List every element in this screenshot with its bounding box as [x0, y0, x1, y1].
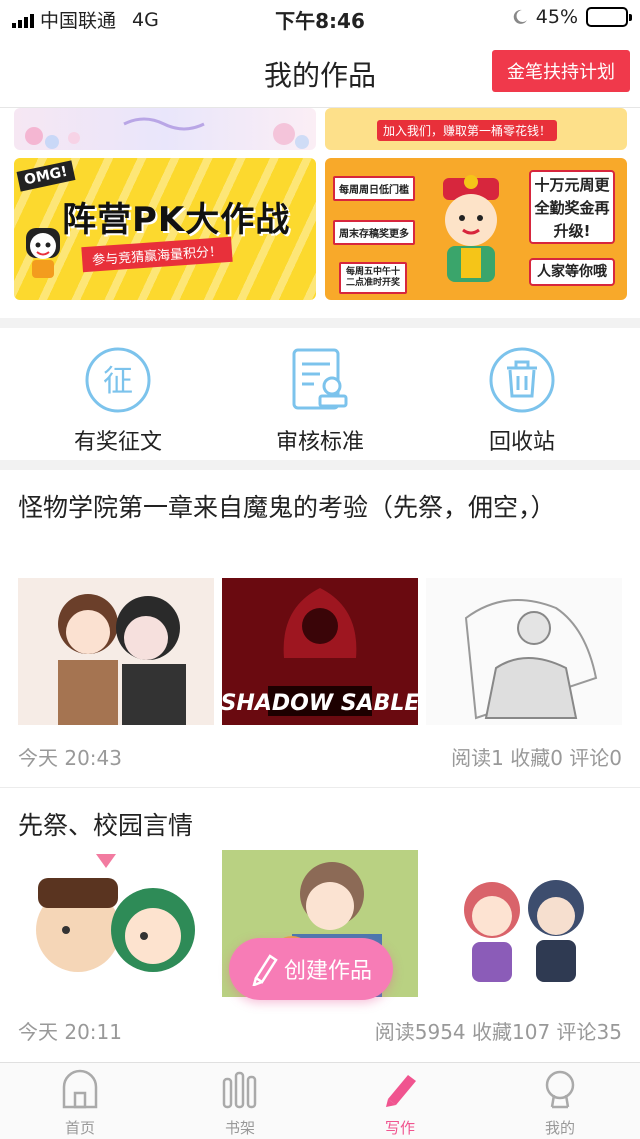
tab-label: 写作	[384, 1119, 415, 1137]
review-standard-icon	[292, 348, 348, 410]
bookshelf-icon	[222, 1071, 257, 1109]
tab-write[interactable]: 写作	[340, 1069, 460, 1138]
home-icon	[62, 1069, 98, 1109]
contest-icon-glyph: 征	[103, 364, 133, 399]
work-title: 先祭、校园言情	[18, 811, 194, 840]
weekly-tag-1: 每周周日低门槛	[333, 176, 415, 201]
nav-bar: 我的作品 金笔扶持计划	[0, 36, 640, 108]
trash-icon	[489, 347, 555, 413]
work-thumbnail: SHADOW SABLE	[222, 578, 418, 725]
weekly-prize-headline: 十万元周更全勤奖金再升级!	[529, 170, 615, 244]
shortcut-label: 审核标准	[275, 430, 364, 455]
golden-pen-plan-button[interactable]: 金笔扶持计划	[492, 50, 630, 92]
shortcut-recycle-bin[interactable]: 回收站	[432, 346, 612, 456]
banner-join-us[interactable]: 加入我们，赚取第一桶零花钱！	[325, 108, 627, 150]
pen-icon	[386, 1075, 416, 1107]
section-divider	[0, 318, 640, 328]
tab-bar: 首页 书架 写作 我的	[0, 1062, 640, 1139]
emperor-character-icon	[443, 175, 499, 282]
pk-title: 阵营PK大作战	[62, 200, 291, 240]
status-right: 45%	[512, 6, 632, 28]
work-time: 今天 20:11	[18, 1020, 122, 1044]
banner-floral[interactable]	[14, 108, 316, 150]
weekly-tag-2: 周末存稿奖更多	[333, 220, 415, 245]
shadow-figure-illustration: SHADOW SABLE	[222, 588, 418, 716]
shadow-sable-text: SHADOW SABLE	[222, 691, 418, 716]
battery-percent: 45%	[535, 6, 578, 28]
chibi-pair-illustration	[464, 880, 584, 982]
banner-camp-pk[interactable]: OMG! 阵营PK大作战 参与竞猜赢海量积分！	[14, 158, 316, 300]
contest-icon: 征	[85, 347, 151, 413]
battery-icon	[586, 7, 632, 27]
tab-profile[interactable]: 我的	[500, 1069, 620, 1138]
shortcut-review-standard[interactable]: 审核标准	[230, 346, 410, 456]
work-title: 怪物学院第一章来自魔鬼的考验（先祭，佣空，）	[18, 493, 556, 522]
work-thumbnail	[426, 850, 622, 997]
cartoon-character-icon	[26, 228, 60, 278]
create-work-button[interactable]: 创建作品	[229, 938, 393, 1000]
work-stats: 阅读5954 收藏107 评论35	[374, 1020, 622, 1044]
profile-icon	[545, 1070, 575, 1109]
banner-area: 加入我们，赚取第一桶零花钱！ OMG! 阵营PK大作战 参与竞猜赢海量积分！ 每…	[0, 108, 640, 318]
weekly-tag-3: 每周五中午十二点准时开奖	[339, 262, 407, 294]
work-stats: 阅读1 收藏0 评论0	[451, 746, 622, 770]
section-divider	[0, 460, 640, 470]
work-thumbnail	[426, 578, 622, 725]
tab-label: 我的	[544, 1119, 575, 1137]
moon-icon	[513, 9, 527, 24]
banner-weekly-prize[interactable]: 每周周日低门槛 周末存稿奖更多 每周五中午十二点准时开奖 十万元周更全勤奖金再升…	[325, 158, 627, 300]
tab-home[interactable]: 首页	[20, 1069, 140, 1138]
work-thumbnail	[18, 850, 214, 997]
sketch-illustration	[464, 599, 598, 720]
shortcut-contest[interactable]: 征 有奖征文	[28, 346, 208, 456]
tab-bookshelf[interactable]: 书架	[180, 1069, 300, 1138]
shortcut-label: 有奖征文	[73, 430, 162, 455]
status-bar: 中国联通 4G 下午8:46 45%	[0, 0, 640, 36]
join-us-text: 加入我们，赚取第一桶零花钱！	[377, 120, 558, 141]
create-work-label: 创建作品	[283, 959, 372, 984]
anime-couple-illustration	[58, 594, 186, 725]
weekly-waiting-text: 人家等你哦	[529, 258, 615, 286]
chibi-hug-illustration	[36, 854, 195, 972]
work-card[interactable]: 怪物学院第一章来自魔鬼的考验（先祭，佣空，） SHADOW SABLE 今天 2…	[0, 470, 640, 788]
work-thumbnail	[18, 578, 214, 725]
shortcut-row: 征 有奖征文 审核标准 回收站	[0, 328, 640, 460]
shortcut-label: 回收站	[488, 430, 555, 455]
work-time: 今天 20:43	[18, 746, 122, 770]
pencil-icon	[252, 954, 278, 986]
work-card[interactable]: 先祭、校园言情 今天 20:11 阅读5954 收藏107 评论35	[0, 788, 640, 1062]
tab-label: 首页	[64, 1119, 95, 1137]
floral-illustration	[25, 117, 309, 149]
tab-label: 书架	[224, 1119, 255, 1137]
